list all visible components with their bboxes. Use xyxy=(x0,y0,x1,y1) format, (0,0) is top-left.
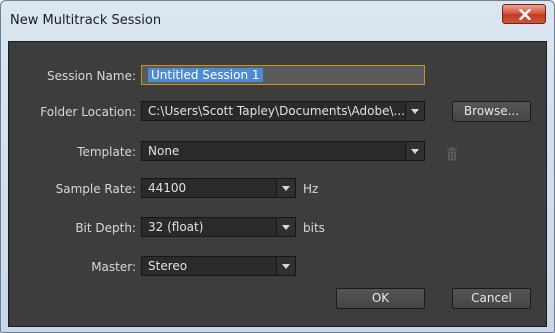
browse-button[interactable]: Browse... xyxy=(452,101,531,122)
title-bar: New Multitrack Session xyxy=(1,1,554,37)
dialog-window: New Multitrack Session Session Name: Unt… xyxy=(0,0,555,333)
close-icon xyxy=(519,9,531,20)
chevron-down-icon[interactable] xyxy=(405,102,424,120)
chevron-down-icon[interactable] xyxy=(276,257,295,275)
template-dropdown[interactable]: None xyxy=(141,141,425,161)
bit-depth-dropdown[interactable]: 32 (float) xyxy=(141,217,296,237)
template-value: None xyxy=(148,144,180,158)
folder-location-label: Folder Location: xyxy=(40,105,136,119)
chevron-down-icon[interactable] xyxy=(276,179,295,197)
master-label: Master: xyxy=(91,260,136,274)
sample-rate-label: Sample Rate: xyxy=(55,182,136,196)
master-value: Stereo xyxy=(148,259,188,273)
trash-icon[interactable] xyxy=(446,147,458,161)
bit-depth-value: 32 (float) xyxy=(148,220,204,234)
window-title: New Multitrack Session xyxy=(10,13,162,28)
master-dropdown[interactable]: Stereo xyxy=(141,256,296,276)
chevron-down-icon[interactable] xyxy=(405,142,424,160)
dialog-body: Session Name: Untitled Session 1 Folder … xyxy=(8,41,547,327)
ok-button[interactable]: OK xyxy=(336,288,425,309)
cancel-button[interactable]: Cancel xyxy=(452,288,531,309)
template-label: Template: xyxy=(77,145,136,159)
folder-location-value: C:\Users\Scott Tapley\Documents\Adobe\..… xyxy=(148,104,405,118)
bit-depth-label: Bit Depth: xyxy=(75,221,136,235)
session-name-input[interactable]: Untitled Session 1 xyxy=(141,65,425,85)
folder-location-dropdown[interactable]: C:\Users\Scott Tapley\Documents\Adobe\..… xyxy=(141,101,425,121)
session-name-label: Session Name: xyxy=(46,69,136,83)
sample-rate-unit: Hz xyxy=(303,182,319,196)
sample-rate-value: 44100 xyxy=(148,181,187,195)
session-name-value: Untitled Session 1 xyxy=(148,68,263,82)
chevron-down-icon[interactable] xyxy=(276,218,295,236)
bit-depth-unit: bits xyxy=(303,221,325,235)
close-button[interactable] xyxy=(502,4,546,24)
sample-rate-dropdown[interactable]: 44100 xyxy=(141,178,296,198)
